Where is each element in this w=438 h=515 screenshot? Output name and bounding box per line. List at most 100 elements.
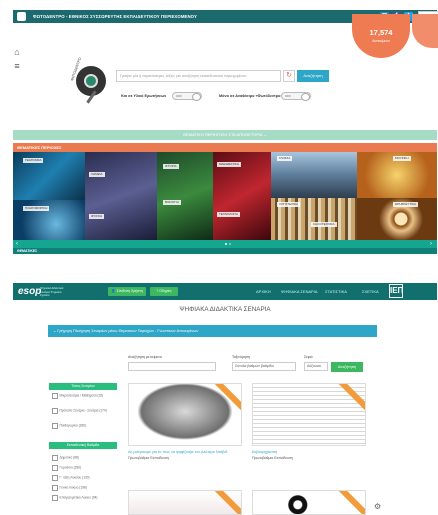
tile-caption: ΓΕΩΓΡΑΦΙΑ bbox=[23, 158, 44, 163]
thematic-footer-bar: ΘΕΜΑΤΙΚΕΣ bbox=[13, 248, 437, 254]
filter-checkbox[interactable]: Μικροσενάρια / Μαθήματα (32) bbox=[52, 393, 103, 399]
user-icon: 👤 bbox=[111, 289, 116, 293]
tile-chemistry[interactable]: ΧΗΜΕΙΑ ΦΥΣΙΚΗ bbox=[85, 152, 157, 240]
toggle-state: OFF bbox=[176, 94, 182, 98]
scenario-card[interactable] bbox=[128, 383, 242, 446]
login-button[interactable]: 👤 Σύνδεση Χρήστη bbox=[108, 287, 146, 296]
tile-history[interactable]: ΙΣΤΟΡΙΑ ΒΙΟΛΟΓΙΑ bbox=[157, 152, 213, 240]
filter-checkbox[interactable]: Πρότυπα Σενάρια - Σενάρια (174) bbox=[52, 408, 107, 414]
thematic-browse-label: ΘΕΜΑΤΙΚΗ ΠΕΡΙΗΓΗΣΗ ΣΤΑ ΑΠΟΘΕΤΗΡΙΑ bbox=[183, 132, 263, 137]
filter-checkbox[interactable]: Γενικό Λύκειο (198) bbox=[52, 485, 87, 491]
filter-checkbox-label: Παιδαγωγικό (266) bbox=[59, 423, 87, 428]
thematic-areas-bar: ΘΕΜΑΤΙΚΕΣ ΠΕΡΙΟΧΕΣ bbox=[13, 143, 437, 152]
scenario-card-title[interactable]: Ας μιλήσουμε για το πώς να ψηφίζουμε τον… bbox=[128, 450, 227, 454]
tile-music[interactable]: ΜΟΥΣΙΚΗ bbox=[357, 152, 437, 198]
nav-scenarios[interactable]: ΨΗΦΙΑΚΑ ΣΕΝΑΡΙΑ bbox=[281, 289, 318, 295]
tile-caption: ΜΟΥΣΙΚΗ bbox=[393, 156, 411, 161]
esop-logo[interactable]: esop bbox=[18, 283, 41, 300]
scenario-card[interactable] bbox=[252, 490, 366, 515]
chevron-right-icon[interactable]: › bbox=[430, 240, 432, 248]
menu-icon[interactable]: ≡ bbox=[11, 60, 23, 72]
filter-checkbox-label: Πρότυπα Σενάρια - Σενάρια (174) bbox=[59, 408, 107, 413]
filter-checkbox[interactable]: Γυμνάσιο (280) bbox=[52, 465, 81, 471]
help-icon: ? bbox=[156, 289, 159, 293]
tile-language[interactable]: ΓΛΩΣΣΑ bbox=[271, 152, 357, 198]
iep-logo[interactable]: ΙΕΠ bbox=[389, 284, 403, 298]
filter-questions-label: Και σε Υλικό Ερωτήσεων bbox=[121, 94, 167, 98]
tile-it[interactable]: ΠΛΗΡΟΦΟΡΙΚΗ bbox=[13, 200, 85, 240]
chevron-left-icon[interactable]: ‹ bbox=[16, 240, 18, 248]
keyword-input[interactable] bbox=[128, 362, 216, 371]
settings-gear-icon[interactable]: ⚙ bbox=[374, 502, 381, 511]
tile-caption: ΒΙΟΛΟΓΙΑ bbox=[163, 200, 181, 205]
tile-religion[interactable]: ΘΡΗΣΚΕΥΤΙΚΑ bbox=[357, 198, 437, 240]
tile-caption: ΛΟΓΟΤΕΧΝΙΑ bbox=[277, 202, 301, 207]
site-title[interactable]: ΦΩΤΟΔΕΝΤΡΟ - ΕΘΝΙΚΟΣ ΣΥΣΣΩΡΕΥΤΗΣ ΕΚΠΑΙΔΕ… bbox=[33, 12, 197, 21]
filter-checkbox-label: Γ΄ τάξη Λυκείου (130) bbox=[59, 475, 90, 480]
nav-statistics[interactable]: ΣΤΑΤΙΣΤΙΚΑ bbox=[325, 289, 347, 295]
help-label: Οδηγίες bbox=[159, 289, 172, 293]
tile-literature[interactable]: ΛΟΓΟΤΕΧΝΙΑ ΚΑΛΛΙΤΕΧΝΙΚΑ bbox=[271, 198, 357, 240]
magnifier-logo-icon bbox=[76, 66, 106, 104]
tile-caption: ΓΛΩΣΣΑ bbox=[277, 156, 293, 161]
tile-math[interactable]: ΜΑΘΗΜΑΤΙΚΑ ΤΕΧΝΟΛΟΓΙΑ bbox=[213, 152, 271, 240]
thematic-footer-label: ΘΕΜΑΤΙΚΕΣ bbox=[17, 249, 38, 253]
filter-checkbox[interactable]: Γ΄ τάξη Λυκείου (130) bbox=[52, 475, 90, 481]
object-counter-badge: 17,574 Αντικείμενα bbox=[352, 14, 410, 58]
tile-caption: ΧΗΜΕΙΑ bbox=[89, 172, 105, 177]
tile-caption: ΙΣΤΟΡΙΑ bbox=[163, 164, 179, 169]
scenario-card-level: Πρωτοβάθμια Εκπαίδευση bbox=[252, 456, 294, 460]
filter-photodentro-toggle[interactable]: OFF bbox=[281, 92, 311, 101]
refresh-icon[interactable]: ↻ bbox=[283, 70, 295, 82]
order-label: Σειρά bbox=[304, 355, 313, 359]
carousel-nav: ‹ › bbox=[13, 240, 437, 248]
thematic-areas-label: ΘΕΜΑΤΙΚΕΣ ΠΕΡΙΟΧΕΣ bbox=[17, 145, 62, 150]
nav-home[interactable]: ΑΡΧΙΚΗ bbox=[256, 289, 271, 295]
filter-checkbox-label: Επαγγελματικό Λύκειο (94) bbox=[59, 495, 98, 500]
sort-label: Ταξινόμηση bbox=[232, 355, 250, 359]
nav-about[interactable]: ΣΧΕΤΙΚΑ bbox=[362, 289, 379, 295]
esop-logo-subtitle: Ψηφιακά Διδακτικά Σενάρια Ψηφιακό Σχολεί… bbox=[40, 286, 64, 297]
keyword-label: Αναζήτηση με κείμενο bbox=[128, 355, 162, 359]
scenario-card[interactable] bbox=[252, 383, 366, 446]
carousel-dot[interactable] bbox=[225, 243, 227, 245]
filter-checkbox[interactable]: Δημοτικό (88) bbox=[52, 455, 79, 461]
scenario-search-button[interactable]: Αναζήτηση bbox=[331, 362, 363, 372]
site-logo-icon[interactable] bbox=[17, 12, 26, 21]
counter-value: 17,574 bbox=[369, 28, 393, 37]
tile-caption: ΘΡΗΣΚΕΥΤΙΚΑ bbox=[393, 202, 419, 207]
sort-select[interactable]: Σύνολα βαθμών βαθμίδα bbox=[232, 362, 296, 371]
level-filter-header[interactable]: Εκπαιδευτική Βαθμίδα bbox=[49, 442, 117, 449]
quick-nav-accordion[interactable]: ⌄ Γρήγορη Πλοήγηση Σεναρίων μέσω Θεματικ… bbox=[48, 325, 377, 337]
search-button[interactable]: Αναζήτηση bbox=[297, 70, 329, 82]
counter-label: Αντικείμενα bbox=[372, 39, 390, 43]
filter-checkbox[interactable]: Επαγγελματικό Λύκειο (94) bbox=[52, 495, 97, 501]
scenario-type-filter-header[interactable]: Τύπος Σεναρίου bbox=[49, 383, 117, 390]
login-label: Σύνδεση Χρήστη bbox=[116, 289, 143, 293]
filter-checkbox[interactable]: Παιδαγωγικό (266) bbox=[52, 423, 86, 429]
chevron-down-icon: ⌄ bbox=[53, 329, 57, 333]
help-button[interactable]: ? Οδηγίες bbox=[150, 287, 178, 296]
tile-geography[interactable]: ΓΕΩΓΡΑΦΙΑ bbox=[13, 152, 85, 200]
thematic-collage: ΓΕΩΓΡΑΦΙΑ ΠΛΗΡΟΦΟΡΙΚΗ ΧΗΜΕΙΑ ΦΥΣΙΚΗ ΙΣΤΟ… bbox=[13, 152, 437, 240]
scenario-card[interactable] bbox=[128, 490, 242, 515]
thematic-browse-band[interactable]: ΘΕΜΑΤΙΚΗ ΠΕΡΙΗΓΗΣΗ ΣΤΑ ΑΠΟΘΕΤΗΡΙΑ ⌄ bbox=[13, 130, 437, 140]
search-input[interactable]: Γράψτε μία ή περισσότερες λέξεις για ανα… bbox=[116, 70, 281, 82]
filter-photodentro-label: Μόνο σε Αναθέσιμο «Φωτόδεντρο» bbox=[219, 94, 283, 98]
filter-questions-toggle[interactable]: OFF bbox=[172, 92, 202, 101]
card-ribbon bbox=[210, 384, 241, 415]
home-icon[interactable]: ⌂ bbox=[11, 46, 23, 58]
card-ribbon bbox=[334, 491, 365, 514]
toggle-state: OFF bbox=[285, 94, 291, 98]
scenario-card-title[interactable]: Εκβιομηχάνιση bbox=[252, 450, 277, 454]
accordion-label: Γρήγορη Πλοήγηση Σεναρίων μέσω Θεματικών… bbox=[57, 329, 199, 333]
order-select[interactable]: Αύξουσα bbox=[304, 362, 328, 371]
tile-caption: ΚΑΛΛΙΤΕΧΝΙΚΑ bbox=[311, 222, 337, 227]
carousel-dot[interactable] bbox=[229, 243, 231, 245]
decorative-circle bbox=[412, 14, 438, 48]
filter-checkbox-label: Γυμνάσιο (280) bbox=[59, 465, 82, 470]
page-title: ΨΗΦΙΑΚΑ ΔΙΔΑΚΤΙΚΑ ΣΕΝΑΡΙΑ bbox=[179, 306, 271, 313]
chevron-down-icon: ⌄ bbox=[263, 132, 267, 137]
filter-checkbox-label: Γενικό Λύκειο (198) bbox=[59, 485, 87, 490]
tile-caption: ΠΛΗΡΟΦΟΡΙΚΗ bbox=[23, 206, 50, 211]
